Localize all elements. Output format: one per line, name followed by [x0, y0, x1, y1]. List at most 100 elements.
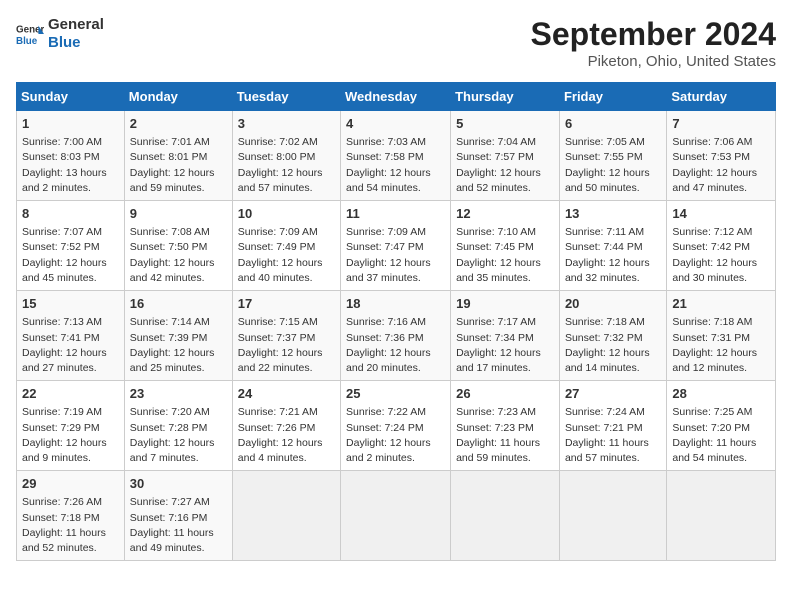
- cell-sun-info: Sunrise: 7:09 AM Sunset: 7:47 PM Dayligh…: [346, 225, 445, 286]
- logo-line2: Blue: [48, 34, 104, 52]
- calendar-cell: 9 Sunrise: 7:08 AM Sunset: 7:50 PM Daylig…: [124, 201, 232, 291]
- calendar-cell: [667, 471, 776, 561]
- calendar-cell: 24Sunrise: 7:21 AM Sunset: 7:26 PM Dayli…: [232, 381, 340, 471]
- day-number: 23: [130, 385, 227, 403]
- calendar-cell: 18 Sunrise: 7:16 AM Sunset: 7:36 PM Dayli…: [341, 291, 451, 381]
- calendar-cell: 5 Sunrise: 7:04 AM Sunset: 7:57 PM Daylig…: [451, 111, 560, 201]
- logo-line1: General: [48, 16, 104, 34]
- calendar-cell: 8 Sunrise: 7:07 AM Sunset: 7:52 PM Daylig…: [17, 201, 125, 291]
- day-number: 18: [346, 295, 445, 313]
- month-title: September 2024: [531, 16, 776, 53]
- header-tuesday: Tuesday: [232, 83, 340, 111]
- page-header: General Blue General Blue September 2024…: [16, 16, 776, 70]
- calendar-cell: [559, 471, 666, 561]
- header-wednesday: Wednesday: [341, 83, 451, 111]
- calendar-week-row: 1 Sunrise: 7:00 AM Sunset: 8:03 PM Daylig…: [17, 111, 776, 201]
- cell-sun-info: Sunrise: 7:19 AM Sunset: 7:29 PM Dayligh…: [22, 405, 119, 466]
- day-number: 14: [672, 205, 770, 223]
- day-number: 8: [22, 205, 119, 223]
- calendar-cell: 13 Sunrise: 7:11 AM Sunset: 7:44 PM Dayli…: [559, 201, 666, 291]
- cell-sun-info: Sunrise: 7:26 AM Sunset: 7:18 PM Dayligh…: [22, 495, 119, 556]
- cell-sun-info: Sunrise: 7:00 AM Sunset: 8:03 PM Dayligh…: [22, 135, 119, 196]
- day-number: 15: [22, 295, 119, 313]
- day-number: 9: [130, 205, 227, 223]
- cell-sun-info: Sunrise: 7:18 AM Sunset: 7:31 PM Dayligh…: [672, 315, 770, 376]
- day-number: 27: [565, 385, 661, 403]
- calendar-cell: 10Sunrise: 7:09 AM Sunset: 7:49 PM Dayli…: [232, 201, 340, 291]
- cell-sun-info: Sunrise: 7:24 AM Sunset: 7:21 PM Dayligh…: [565, 405, 661, 466]
- day-number: 22: [22, 385, 119, 403]
- cell-sun-info: Sunrise: 7:16 AM Sunset: 7:36 PM Dayligh…: [346, 315, 445, 376]
- day-number: 7: [672, 115, 770, 133]
- calendar-cell: [341, 471, 451, 561]
- calendar-cell: 21 Sunrise: 7:18 AM Sunset: 7:31 PM Dayli…: [667, 291, 776, 381]
- cell-sun-info: Sunrise: 7:18 AM Sunset: 7:32 PM Dayligh…: [565, 315, 661, 376]
- cell-sun-info: Sunrise: 7:05 AM Sunset: 7:55 PM Dayligh…: [565, 135, 661, 196]
- cell-sun-info: Sunrise: 7:06 AM Sunset: 7:53 PM Dayligh…: [672, 135, 770, 196]
- day-number: 2: [130, 115, 227, 133]
- header-sunday: Sunday: [17, 83, 125, 111]
- cell-sun-info: Sunrise: 7:07 AM Sunset: 7:52 PM Dayligh…: [22, 225, 119, 286]
- day-number: 5: [456, 115, 554, 133]
- day-number: 1: [22, 115, 119, 133]
- calendar-cell: 4 Sunrise: 7:03 AM Sunset: 7:58 PM Daylig…: [341, 111, 451, 201]
- cell-sun-info: Sunrise: 7:23 AM Sunset: 7:23 PM Dayligh…: [456, 405, 554, 466]
- calendar-header-row: SundayMondayTuesdayWednesdayThursdayFrid…: [17, 83, 776, 111]
- calendar-cell: 27 Sunrise: 7:24 AM Sunset: 7:21 PM Dayli…: [559, 381, 666, 471]
- calendar-week-row: 8 Sunrise: 7:07 AM Sunset: 7:52 PM Daylig…: [17, 201, 776, 291]
- header-friday: Friday: [559, 83, 666, 111]
- cell-sun-info: Sunrise: 7:17 AM Sunset: 7:34 PM Dayligh…: [456, 315, 554, 376]
- cell-sun-info: Sunrise: 7:12 AM Sunset: 7:42 PM Dayligh…: [672, 225, 770, 286]
- header-saturday: Saturday: [667, 83, 776, 111]
- header-thursday: Thursday: [451, 83, 560, 111]
- svg-text:Blue: Blue: [16, 36, 38, 47]
- calendar-cell: 19 Sunrise: 7:17 AM Sunset: 7:34 PM Dayli…: [451, 291, 560, 381]
- day-number: 6: [565, 115, 661, 133]
- cell-sun-info: Sunrise: 7:03 AM Sunset: 7:58 PM Dayligh…: [346, 135, 445, 196]
- day-number: 4: [346, 115, 445, 133]
- calendar-cell: 23 Sunrise: 7:20 AM Sunset: 7:28 PM Dayli…: [124, 381, 232, 471]
- cell-sun-info: Sunrise: 7:01 AM Sunset: 8:01 PM Dayligh…: [130, 135, 227, 196]
- cell-sun-info: Sunrise: 7:11 AM Sunset: 7:44 PM Dayligh…: [565, 225, 661, 286]
- cell-sun-info: Sunrise: 7:02 AM Sunset: 8:00 PM Dayligh…: [238, 135, 335, 196]
- cell-sun-info: Sunrise: 7:25 AM Sunset: 7:20 PM Dayligh…: [672, 405, 770, 466]
- cell-sun-info: Sunrise: 7:14 AM Sunset: 7:39 PM Dayligh…: [130, 315, 227, 376]
- day-number: 17: [238, 295, 335, 313]
- calendar-cell: 15Sunrise: 7:13 AM Sunset: 7:41 PM Dayli…: [17, 291, 125, 381]
- calendar-cell: 29 Sunrise: 7:26 AM Sunset: 7:18 PM Dayli…: [17, 471, 125, 561]
- cell-sun-info: Sunrise: 7:21 AM Sunset: 7:26 PM Dayligh…: [238, 405, 335, 466]
- day-number: 19: [456, 295, 554, 313]
- day-number: 28: [672, 385, 770, 403]
- calendar-cell: [232, 471, 340, 561]
- cell-sun-info: Sunrise: 7:08 AM Sunset: 7:50 PM Dayligh…: [130, 225, 227, 286]
- logo: General Blue General Blue: [16, 16, 104, 52]
- calendar-cell: 22 Sunrise: 7:19 AM Sunset: 7:29 PM Dayli…: [17, 381, 125, 471]
- calendar-cell: 1 Sunrise: 7:00 AM Sunset: 8:03 PM Daylig…: [17, 111, 125, 201]
- calendar-cell: 3Sunrise: 7:02 AM Sunset: 8:00 PM Daylig…: [232, 111, 340, 201]
- calendar-cell: 12 Sunrise: 7:10 AM Sunset: 7:45 PM Dayli…: [451, 201, 560, 291]
- cell-sun-info: Sunrise: 7:04 AM Sunset: 7:57 PM Dayligh…: [456, 135, 554, 196]
- calendar-table: SundayMondayTuesdayWednesdayThursdayFrid…: [16, 82, 776, 561]
- day-number: 21: [672, 295, 770, 313]
- calendar-cell: 6 Sunrise: 7:05 AM Sunset: 7:55 PM Daylig…: [559, 111, 666, 201]
- calendar-week-row: 22 Sunrise: 7:19 AM Sunset: 7:29 PM Dayli…: [17, 381, 776, 471]
- calendar-cell: 11Sunrise: 7:09 AM Sunset: 7:47 PM Dayli…: [341, 201, 451, 291]
- calendar-cell: 30Sunrise: 7:27 AM Sunset: 7:16 PM Dayli…: [124, 471, 232, 561]
- day-number: 29: [22, 475, 119, 493]
- calendar-cell: 25Sunrise: 7:22 AM Sunset: 7:24 PM Dayli…: [341, 381, 451, 471]
- day-number: 30: [130, 475, 227, 493]
- calendar-cell: 16 Sunrise: 7:14 AM Sunset: 7:39 PM Dayli…: [124, 291, 232, 381]
- cell-sun-info: Sunrise: 7:10 AM Sunset: 7:45 PM Dayligh…: [456, 225, 554, 286]
- location: Piketon, Ohio, United States: [531, 53, 776, 70]
- calendar-week-row: 15Sunrise: 7:13 AM Sunset: 7:41 PM Dayli…: [17, 291, 776, 381]
- day-number: 16: [130, 295, 227, 313]
- cell-sun-info: Sunrise: 7:15 AM Sunset: 7:37 PM Dayligh…: [238, 315, 335, 376]
- logo-icon: General Blue: [16, 20, 44, 48]
- day-number: 12: [456, 205, 554, 223]
- calendar-cell: 7 Sunrise: 7:06 AM Sunset: 7:53 PM Daylig…: [667, 111, 776, 201]
- cell-sun-info: Sunrise: 7:20 AM Sunset: 7:28 PM Dayligh…: [130, 405, 227, 466]
- title-block: September 2024 Piketon, Ohio, United Sta…: [531, 16, 776, 70]
- day-number: 13: [565, 205, 661, 223]
- cell-sun-info: Sunrise: 7:09 AM Sunset: 7:49 PM Dayligh…: [238, 225, 335, 286]
- day-number: 25: [346, 385, 445, 403]
